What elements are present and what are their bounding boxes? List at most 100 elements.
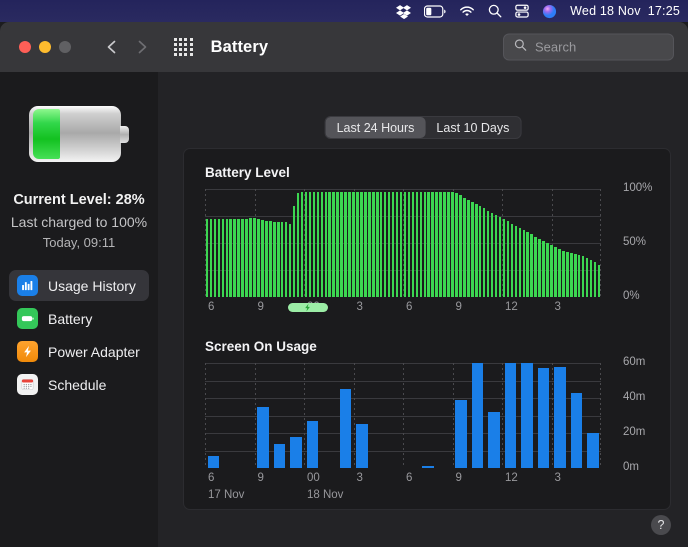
chart-bar <box>277 222 280 297</box>
chart-bar <box>451 192 454 297</box>
chart-bar <box>435 192 438 297</box>
chart-bar <box>578 255 581 297</box>
menubar-time: 17:25 <box>648 4 680 18</box>
chart-bar <box>340 389 352 468</box>
chart-bar <box>412 192 415 297</box>
battery-preferences-window: Battery Current Level: 28% Last charged … <box>0 22 688 547</box>
chart-bar <box>594 262 597 297</box>
close-button[interactable] <box>19 41 31 53</box>
x-gridline <box>403 363 404 468</box>
sidebar: Current Level: 28% Last charged to 100% … <box>0 72 158 547</box>
battery-graphic <box>29 106 129 162</box>
chart-bar <box>307 421 319 468</box>
tab-last-24-hours[interactable]: Last 24 Hours <box>326 117 426 138</box>
chart-bar <box>265 221 268 297</box>
window-toolbar: Battery <box>0 22 688 72</box>
day-label: 17 Nov <box>208 489 244 501</box>
x-tick-label: 00 <box>307 472 320 484</box>
help-button[interactable]: ? <box>651 515 671 535</box>
chart-bar <box>534 237 537 297</box>
show-all-grid-icon[interactable] <box>174 38 193 57</box>
x-gridline <box>255 363 256 468</box>
x-tick-label: 3 <box>357 472 363 484</box>
x-tick-label: 6 <box>208 472 214 484</box>
sidebar-item-battery[interactable]: Battery <box>9 303 149 334</box>
chart-bar <box>289 224 292 297</box>
tab-last-10-days[interactable]: Last 10 Days <box>425 117 520 138</box>
chart-bar <box>590 260 593 297</box>
chart-bar <box>495 215 498 297</box>
battery-level-chart-title: Battery Level <box>205 165 290 180</box>
chart-bar <box>455 193 458 297</box>
spotlight-search-icon[interactable] <box>488 4 502 18</box>
sidebar-item-power-adapter[interactable]: Power Adapter <box>9 336 149 367</box>
x-tick-label: 9 <box>456 301 462 313</box>
chart-bar <box>233 219 236 297</box>
content-area: Last 24 Hours Last 10 Days Battery Level… <box>158 72 688 547</box>
chart-bar <box>459 195 462 297</box>
chart-bar <box>218 219 221 297</box>
chart-bar <box>447 192 450 297</box>
time-range-segmented-control[interactable]: Last 24 Hours Last 10 Days <box>325 116 522 139</box>
chart-bar <box>321 192 324 297</box>
chart-bar <box>368 192 371 297</box>
x-gridline <box>600 363 601 468</box>
chart-bar <box>455 400 467 468</box>
x-tick-label: 12 <box>505 301 518 313</box>
minimize-button[interactable] <box>39 41 51 53</box>
chart-bar <box>301 192 304 297</box>
x-gridline <box>453 363 454 468</box>
chart-bar <box>479 206 482 297</box>
y-tick-label: 40m <box>623 391 645 403</box>
chart-bar <box>325 192 328 297</box>
chart-bar <box>290 437 302 469</box>
chart-bar <box>467 200 470 297</box>
chart-bar <box>488 412 500 468</box>
chart-bar <box>388 192 391 297</box>
chart-bar <box>317 192 320 297</box>
chart-bar <box>472 363 484 468</box>
chart-bar <box>483 208 486 297</box>
chart-bar <box>427 192 430 297</box>
chart-bar <box>538 368 550 468</box>
lightning-bolt-icon <box>303 303 312 312</box>
chart-bar <box>273 222 276 297</box>
sidebar-item-schedule[interactable]: Schedule <box>9 369 149 400</box>
dropbox-icon[interactable] <box>396 4 411 19</box>
chart-bar <box>511 224 514 297</box>
chart-bar <box>554 247 557 297</box>
chart-bar <box>356 424 368 468</box>
search-input[interactable] <box>535 40 660 55</box>
chart-bar <box>582 256 585 297</box>
chart-bar <box>523 230 526 297</box>
chevron-left-icon[interactable] <box>103 38 121 56</box>
chart-bar <box>408 192 411 297</box>
chart-bar <box>245 219 248 297</box>
battery-icon[interactable] <box>424 5 446 18</box>
chart-bar <box>586 258 589 297</box>
menu-bar: Wed 18 Nov 17:25 <box>0 0 688 22</box>
chart-bar <box>269 221 272 297</box>
battery-fill <box>33 109 60 159</box>
chart-bar <box>285 222 288 297</box>
chart-bar <box>229 219 232 297</box>
sidebar-item-usage-history[interactable]: Usage History <box>9 270 149 301</box>
control-center-icon[interactable] <box>515 4 529 18</box>
chart-bar <box>507 221 510 297</box>
chart-bar <box>222 219 225 297</box>
chart-bar <box>356 192 359 297</box>
chart-bar <box>340 192 343 297</box>
menubar-clock[interactable]: Wed 18 Nov 17:25 <box>570 4 680 18</box>
schedule-calendar-icon <box>17 374 38 395</box>
chart-bar <box>376 192 379 297</box>
chart-bar <box>471 202 474 297</box>
chevron-right-icon <box>133 38 151 56</box>
chart-bar <box>424 192 427 297</box>
chart-bar <box>364 192 367 297</box>
battery-body <box>29 106 121 162</box>
chart-bar <box>328 192 331 297</box>
search-field[interactable] <box>503 34 674 61</box>
wifi-icon[interactable] <box>459 5 475 18</box>
x-tick-label: 12 <box>505 472 518 484</box>
siri-icon[interactable] <box>542 4 557 19</box>
